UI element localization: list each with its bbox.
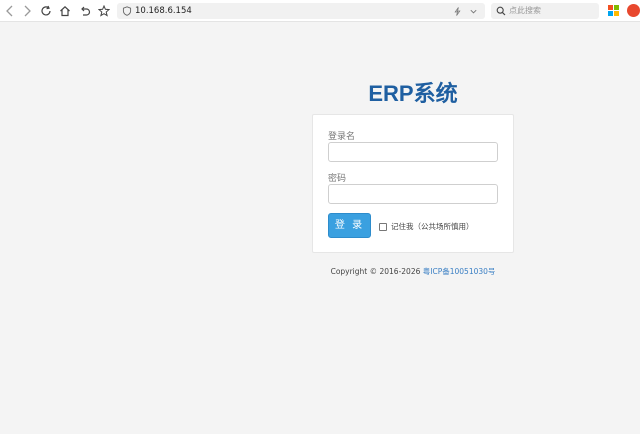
extension-icon[interactable] <box>627 4 640 17</box>
remember-checkbox[interactable] <box>379 222 387 231</box>
remember-me[interactable]: 记住我（公共场所慎用） <box>379 221 474 232</box>
address-bar[interactable]: 10.168.6.154 <box>117 3 485 19</box>
search-placeholder: 点此搜索 <box>509 6 541 15</box>
search-box[interactable]: 点此搜索 <box>491 3 599 19</box>
browser-toolbar: 10.168.6.154 点此搜索 <box>0 0 640 22</box>
lightning-icon[interactable] <box>451 5 463 17</box>
remember-label: 记住我（公共场所慎用） <box>391 222 474 231</box>
home-icon[interactable] <box>57 3 73 19</box>
chevron-down-icon[interactable] <box>467 5 479 17</box>
copyright-text: Copyright © 2016-2026 <box>330 267 423 276</box>
icp-link[interactable]: 粤ICP备10051030号 <box>423 267 496 276</box>
username-label: 登录名 <box>328 132 356 142</box>
microsoft-icon[interactable] <box>608 5 619 16</box>
footer: Copyright © 2016-2026 粤ICP备10051030号 <box>312 266 514 277</box>
back-icon[interactable] <box>2 3 18 19</box>
favorite-star-icon[interactable] <box>96 3 112 19</box>
username-input[interactable] <box>328 142 498 162</box>
undo-icon[interactable] <box>77 3 93 19</box>
shield-icon <box>121 5 133 17</box>
reload-icon[interactable] <box>38 3 54 19</box>
search-icon <box>495 5 507 17</box>
forward-icon[interactable] <box>19 3 35 19</box>
address-url[interactable]: 10.168.6.154 <box>135 5 192 17</box>
login-button[interactable]: 登 录 <box>328 213 371 238</box>
login-card: 登录名 密码 登 录 记住我（公共场所慎用） <box>312 114 514 253</box>
password-label: 密码 <box>328 174 347 184</box>
page-title: ERP系统 <box>368 81 458 106</box>
password-input[interactable] <box>328 184 498 204</box>
